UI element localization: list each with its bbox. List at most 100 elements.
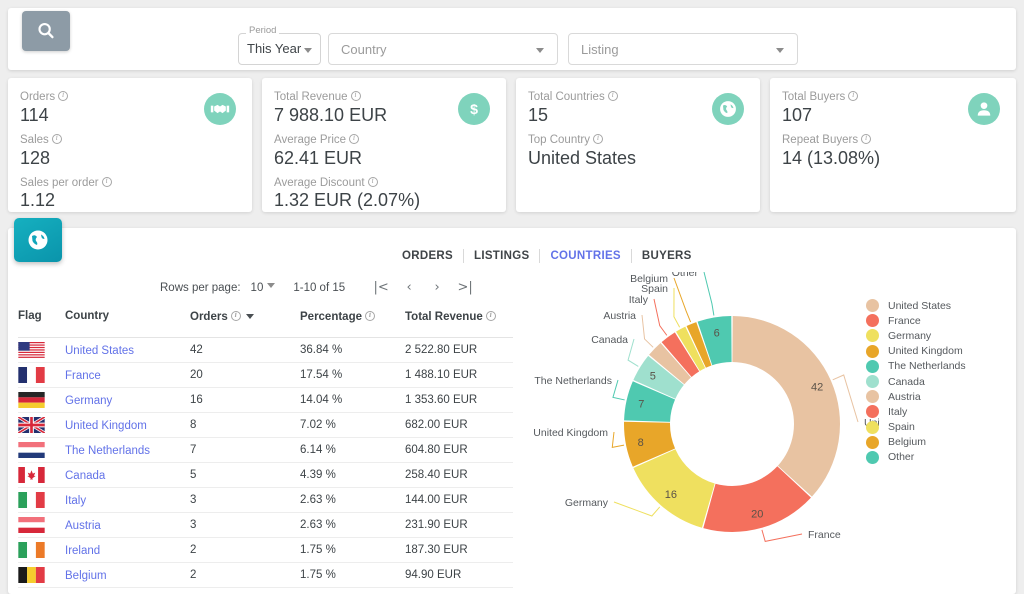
- handshake-icon-badge: [204, 93, 236, 125]
- legend-item[interactable]: Austria: [866, 389, 966, 404]
- legend-item[interactable]: Other: [866, 450, 966, 465]
- legend-item[interactable]: United Kingdom: [866, 344, 966, 359]
- legend-color-swatch: [866, 344, 879, 358]
- legend-label: Other: [888, 451, 915, 464]
- info-icon[interactable]: [230, 310, 241, 321]
- info-icon[interactable]: [101, 176, 112, 187]
- info-icon[interactable]: [861, 133, 872, 144]
- table-row[interactable]: Italy 3 2.63 % 144.00 EUR: [18, 488, 513, 513]
- country-link[interactable]: United States: [65, 345, 134, 357]
- chevron-down-icon[interactable]: [267, 283, 276, 288]
- country-name-cell: Germany: [65, 391, 190, 409]
- column-header-revenue[interactable]: Total Revenue: [405, 310, 513, 323]
- country-link[interactable]: The Netherlands: [65, 445, 150, 457]
- column-header-percentage[interactable]: Percentage: [300, 310, 405, 323]
- legend-item[interactable]: Belgium: [866, 435, 966, 450]
- info-icon[interactable]: [350, 90, 361, 101]
- legend-item[interactable]: Spain: [866, 420, 966, 435]
- panel-globe-badge[interactable]: [14, 218, 62, 262]
- label-connector: [703, 271, 715, 316]
- country-link[interactable]: Italy: [65, 495, 86, 507]
- legend-color-swatch: [866, 435, 879, 449]
- country-link[interactable]: Belgium: [65, 570, 107, 582]
- next-page-button[interactable]: ›: [423, 280, 451, 295]
- legend-item[interactable]: Germany: [866, 328, 966, 343]
- table-row[interactable]: Canada 5 4.39 % 258.40 EUR: [18, 463, 513, 488]
- stat-value: 114: [20, 105, 49, 125]
- country-name-cell: The Netherlands: [65, 441, 190, 459]
- label-connector: [641, 314, 654, 348]
- legend-item[interactable]: United States: [866, 298, 966, 313]
- info-icon[interactable]: [58, 90, 69, 101]
- legend-label: Germany: [888, 329, 932, 342]
- label-connector: [613, 501, 661, 517]
- table-row[interactable]: Belgium 2 1.75 % 94.90 EUR: [18, 563, 513, 588]
- tab-listings[interactable]: LISTINGS: [464, 249, 541, 263]
- percentage-cell: 17.54 %: [300, 369, 343, 381]
- info-icon[interactable]: [485, 310, 496, 321]
- stat-value: 7 988.10 EUR: [274, 105, 388, 125]
- slice-value-label: 42: [811, 382, 823, 394]
- table-row[interactable]: Ireland 2 1.75 % 187.30 EUR: [18, 538, 513, 563]
- info-icon[interactable]: [593, 133, 604, 144]
- column-header-country[interactable]: Country: [65, 310, 190, 322]
- country-link[interactable]: France: [65, 370, 101, 382]
- table-row[interactable]: Germany 16 14.04 % 1 353.60 EUR: [18, 388, 513, 413]
- country-link[interactable]: Austria: [65, 520, 101, 532]
- label-connector: [673, 287, 681, 328]
- info-icon[interactable]: [349, 133, 360, 144]
- slice-name-label: The Netherlands: [534, 375, 612, 387]
- legend-item[interactable]: The Netherlands: [866, 359, 966, 374]
- rows-per-page-label: Rows per page:: [160, 281, 241, 294]
- stat-label: Average Discount: [274, 176, 378, 189]
- legend-label: Canada: [888, 375, 925, 388]
- globe-icon: [720, 101, 736, 117]
- donut-slice[interactable]: [732, 316, 840, 497]
- info-icon[interactable]: [51, 133, 62, 144]
- info-icon[interactable]: [848, 90, 859, 101]
- legend-label: Austria: [888, 390, 921, 403]
- slice-value-label: 6: [714, 327, 720, 339]
- table-row[interactable]: The Netherlands 7 6.14 % 604.80 EUR: [18, 438, 513, 463]
- table-row[interactable]: Austria 3 2.63 % 231.90 EUR: [18, 513, 513, 538]
- prev-page-button[interactable]: ‹: [395, 280, 423, 295]
- last-page-button[interactable]: >|: [451, 280, 479, 295]
- country-link[interactable]: Canada: [65, 470, 105, 482]
- legend-item[interactable]: Italy: [866, 404, 966, 419]
- legend-item[interactable]: France: [866, 313, 966, 328]
- sort-descending-icon[interactable]: [245, 314, 254, 320]
- country-filter[interactable]: Country: [328, 33, 558, 65]
- table-row[interactable]: United States 42 36.84 % 2 522.80 EUR: [18, 338, 513, 363]
- country-flag: [18, 342, 65, 358]
- search-button[interactable]: [22, 11, 70, 51]
- table-row[interactable]: France 20 17.54 % 1 488.10 EUR: [18, 363, 513, 388]
- column-header-orders[interactable]: Orders: [190, 310, 300, 323]
- legend-color-swatch: [866, 375, 879, 389]
- table-row[interactable]: United Kingdom 8 7.02 % 682.00 EUR: [18, 413, 513, 438]
- country-link[interactable]: United Kingdom: [65, 420, 147, 432]
- dashboard-page: Period This Year Country Listing Orders …: [0, 0, 1024, 594]
- tab-buyers[interactable]: BUYERS: [632, 249, 702, 263]
- stat-value: 128: [20, 148, 51, 168]
- tab-countries[interactable]: COUNTRIES: [540, 249, 632, 263]
- period-filter[interactable]: Period This Year: [238, 26, 321, 65]
- legend-item[interactable]: Canada: [866, 374, 966, 389]
- label-connector: [761, 529, 803, 542]
- rows-per-page-value[interactable]: 10: [251, 282, 264, 294]
- listing-filter[interactable]: Listing: [568, 33, 798, 65]
- stat-label: Total Revenue: [274, 90, 361, 103]
- info-icon[interactable]: [607, 90, 618, 101]
- orders-cell: 16: [190, 394, 203, 406]
- first-page-button[interactable]: |<: [367, 280, 395, 295]
- stat-value: 62.41 EUR: [274, 148, 363, 168]
- country-link[interactable]: Germany: [65, 395, 112, 407]
- revenue-cell: 187.30 EUR: [405, 544, 468, 556]
- country-flag: [18, 517, 65, 533]
- person-icon-badge: [968, 93, 1000, 125]
- info-icon[interactable]: [365, 310, 376, 321]
- country-link[interactable]: Ireland: [65, 545, 100, 557]
- tab-orders[interactable]: ORDERS: [392, 249, 465, 263]
- slice-name-label: Italy: [629, 294, 649, 306]
- percentage-cell: 6.14 %: [300, 444, 336, 456]
- info-icon[interactable]: [367, 176, 378, 187]
